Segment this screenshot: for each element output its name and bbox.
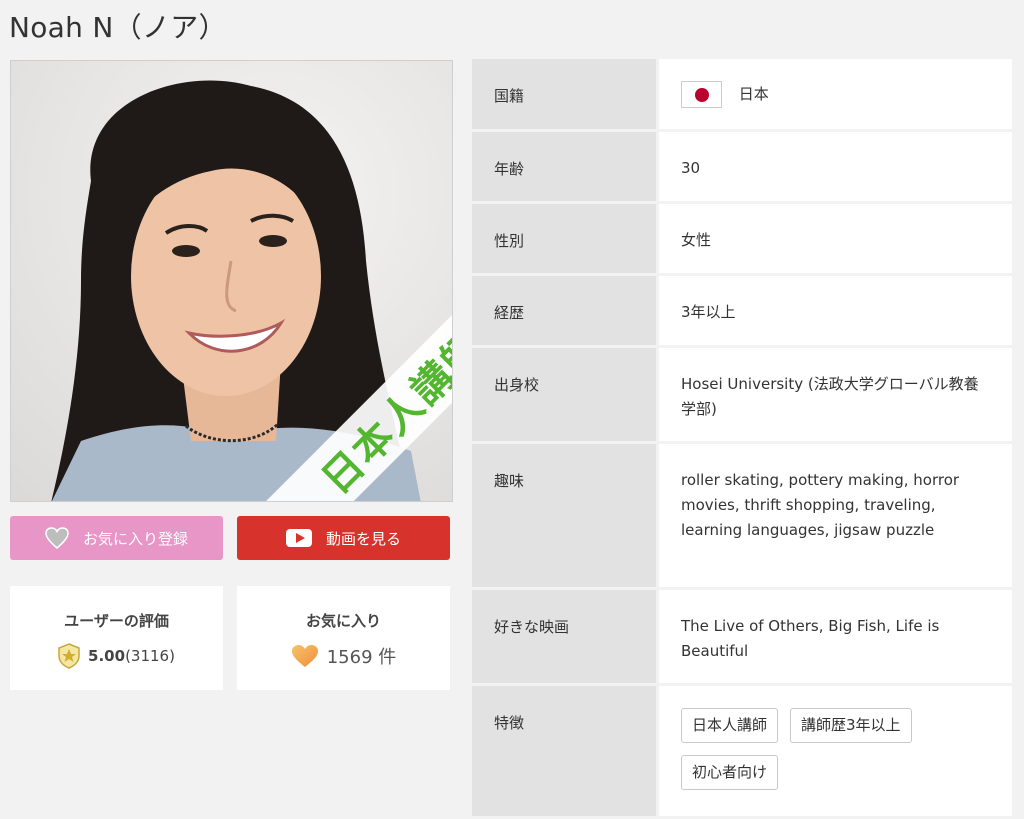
feature-tag[interactable]: 初心者向け — [681, 755, 779, 790]
profile-value: The Live of Others, Big Fish, Life is Be… — [659, 590, 1012, 683]
profile-key: 好きな映画 — [472, 590, 656, 683]
profile-row-school: 出身校 Hosei University (法政大学グローバル教養学部) — [472, 348, 1012, 441]
feature-tag[interactable]: 講師歴3年以上 — [790, 708, 912, 743]
feature-tag[interactable]: 日本人講師 — [681, 708, 779, 743]
profile-key: 特徴 — [472, 686, 656, 816]
watch-video-button[interactable]: 動画を見る — [237, 516, 450, 560]
profile-row-gender: 性別 女性 — [472, 204, 1012, 273]
profile-value: 日本 — [659, 59, 1012, 129]
profile-value: roller skating, pottery making, horror m… — [659, 444, 1012, 587]
feature-tags: 日本人講師 講師歴3年以上 初心者向け — [681, 708, 990, 790]
profile-key: 年齢 — [472, 132, 656, 201]
add-favorite-button[interactable]: お気に入り登録 — [10, 516, 223, 560]
play-icon — [285, 529, 312, 547]
teacher-photo: 日本人講師 — [10, 60, 453, 502]
add-favorite-label: お気に入り登録 — [82, 529, 188, 548]
profile-value: 30 — [659, 132, 1012, 201]
profile-key: 性別 — [472, 204, 656, 273]
profile-row-nationality: 国籍 日本 — [472, 59, 1012, 129]
profile-key: 国籍 — [472, 59, 656, 129]
favorites-box: お気に入り 1569 件 — [237, 586, 450, 690]
favorites-count: 1569 件 — [326, 647, 397, 668]
profile-row-favorite-movies: 好きな映画 The Live of Others, Big Fish, Life… — [472, 590, 1012, 683]
profile-value: 女性 — [659, 204, 1012, 273]
nationality-value: 日本 — [738, 85, 769, 103]
heart-outline-icon — [45, 527, 69, 549]
favorites-label: お気に入り — [305, 612, 381, 630]
watch-video-label: 動画を見る — [325, 529, 401, 548]
user-rating-label: ユーザーの評価 — [64, 612, 169, 630]
teacher-profile-page: Noah N（ノア） 日本人講師 お気に入り登録 動画を見る ユーザーの評価 5… — [0, 0, 1024, 819]
profile-row-age: 年齢 30 — [472, 132, 1012, 201]
teacher-name: Noah N（ノア） — [9, 11, 227, 44]
profile-details-table: 国籍 日本 年齢 30 性別 女性 経歴 3年以上 出身校 Hosei Univ… — [472, 59, 1012, 819]
profile-value: 日本人講師 講師歴3年以上 初心者向け — [659, 686, 1012, 816]
profile-value: 3年以上 — [659, 276, 1012, 345]
user-rating-box: ユーザーの評価 5.00 (3116) — [10, 586, 223, 690]
profile-row-experience: 経歴 3年以上 — [472, 276, 1012, 345]
profile-value: Hosei University (法政大学グローバル教養学部) — [659, 348, 1012, 441]
profile-key: 趣味 — [472, 444, 656, 587]
profile-row-hobbies: 趣味 roller skating, pottery making, horro… — [472, 444, 1012, 587]
japan-flag-icon — [681, 81, 722, 108]
profile-key: 経歴 — [472, 276, 656, 345]
profile-row-features: 特徴 日本人講師 講師歴3年以上 初心者向け — [472, 686, 1012, 816]
heart-icon — [291, 644, 319, 668]
rating-count: (3116) — [125, 647, 175, 665]
rating-value: 5.00 — [88, 647, 126, 665]
profile-key: 出身校 — [472, 348, 656, 441]
shield-star-icon — [58, 643, 80, 669]
